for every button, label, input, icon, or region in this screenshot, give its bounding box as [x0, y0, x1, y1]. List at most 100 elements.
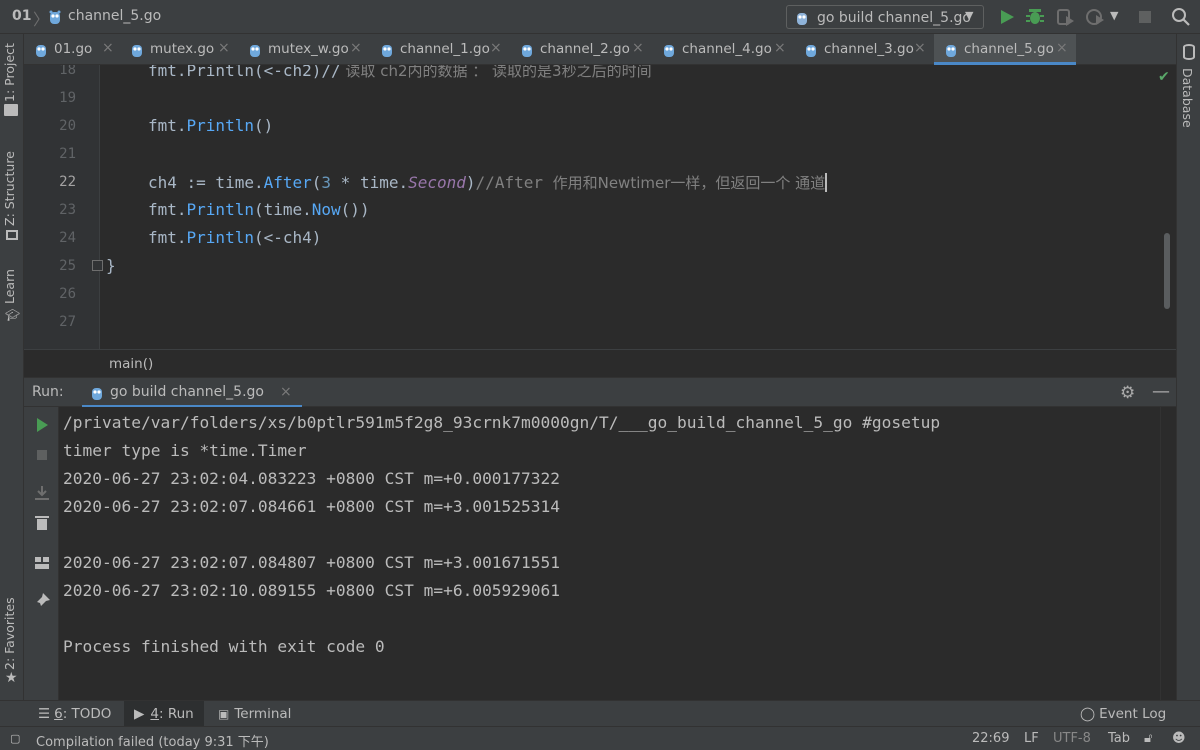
terminal-label: Terminal	[234, 706, 292, 722]
close-icon[interactable]: ×	[774, 40, 786, 56]
breadcrumb-function[interactable]: main()	[109, 356, 153, 372]
project-tool-button[interactable]: 1: Project	[2, 42, 22, 102]
editor-scrollbar[interactable]	[1164, 233, 1170, 309]
run-console-output[interactable]: /private/var/folders/xs/b0ptlr591m5f2g8_…	[59, 407, 1160, 700]
database-tool-button[interactable]: Database	[1180, 68, 1195, 128]
code-comment: 作用和Newtimer一样，但返回一个 通道	[552, 174, 826, 192]
go-file-icon	[795, 10, 809, 30]
tab-channel-4-go[interactable]: channel_4.go ×	[652, 34, 794, 65]
breadcrumb-file[interactable]: channel_5.go	[68, 8, 161, 24]
coverage-icon	[1057, 9, 1074, 26]
tab-mutex-w-go[interactable]: mutex_w.go ×	[238, 34, 370, 65]
go-file-icon	[804, 42, 818, 62]
pin-icon	[35, 593, 50, 608]
line-number: 27	[59, 314, 76, 330]
tab-01-go[interactable]: 01.go ×	[24, 34, 120, 65]
close-icon[interactable]: ×	[632, 40, 644, 56]
tab-label: channel_4.go	[682, 41, 772, 57]
tab-channel-2-go[interactable]: channel_2.go ×	[510, 34, 652, 65]
breadcrumb-project[interactable]: 01	[12, 8, 31, 24]
line-number: 23	[59, 202, 76, 218]
close-icon[interactable]: ×	[914, 40, 926, 56]
run-tab[interactable]: go build channel_5.go ×	[82, 378, 302, 408]
learn-tool-button[interactable]: Learn	[2, 264, 22, 304]
fold-marker-icon[interactable]	[92, 260, 103, 271]
layout-button[interactable]	[32, 553, 52, 573]
go-file-icon	[90, 385, 104, 405]
line-number: 18	[59, 65, 76, 78]
close-icon[interactable]: ×	[350, 40, 362, 56]
text-caret	[825, 173, 828, 192]
go-file-icon	[34, 42, 48, 62]
inspection-ok-icon[interactable]: ✔	[1158, 69, 1170, 85]
close-icon[interactable]: ×	[102, 40, 114, 56]
go-file-icon	[944, 42, 958, 62]
clear-all-button[interactable]	[32, 513, 52, 533]
run-with-coverage-button[interactable]	[1054, 6, 1076, 28]
pin-tab-button[interactable]	[32, 591, 52, 611]
breadcrumb-separator-icon: 〉	[33, 10, 50, 29]
favorites-tool-button[interactable]: 2: Favorites	[2, 594, 22, 670]
notifications-icon[interactable]: ☻	[1172, 731, 1186, 746]
code-function: Println	[186, 200, 254, 219]
profiler-icon	[1086, 9, 1104, 25]
tab-channel-1-go[interactable]: channel_1.go ×	[370, 34, 510, 65]
run-configuration-label: go build channel_5.go	[817, 10, 971, 26]
code-token: )	[465, 173, 476, 192]
run-tool-tab[interactable]: ▶ 4: Run	[134, 706, 194, 722]
event-log-icon: ◯	[1080, 706, 1096, 722]
stop-button[interactable]	[32, 445, 52, 465]
soft-wrap-button[interactable]	[32, 483, 52, 503]
code-token: fmt.	[148, 116, 187, 135]
code-function: Now	[311, 200, 341, 219]
close-icon[interactable]: ×	[218, 40, 230, 56]
console-line: 2020-06-27 23:02:10.089155 +0800 CST m=+…	[63, 581, 561, 600]
tab-channel-5-go[interactable]: channel_5.go ×	[934, 34, 1076, 65]
search-everywhere-button[interactable]	[1170, 6, 1192, 28]
code-line-24: fmt.Println(<-ch4)	[148, 228, 321, 247]
caret-position[interactable]: 22:69	[972, 731, 1009, 746]
graduation-cap-icon: 🎓︎	[5, 308, 21, 322]
stop-button[interactable]	[1134, 6, 1156, 28]
right-tool-strip: Database	[1176, 34, 1200, 700]
close-icon[interactable]: ×	[490, 40, 502, 56]
run-configuration-select[interactable]: go build channel_5.go ▼	[786, 5, 984, 29]
run-button[interactable]	[996, 6, 1018, 28]
more-run-options-chevron-icon[interactable]: ▼	[1110, 9, 1132, 31]
tab-label: channel_5.go	[964, 41, 1054, 57]
line-number: 26	[59, 286, 76, 302]
close-icon[interactable]: ×	[280, 384, 292, 400]
profile-button[interactable]	[1084, 6, 1106, 28]
editor-breadcrumb: main()	[24, 349, 1176, 377]
close-icon[interactable]: ×	[1056, 40, 1068, 56]
rerun-button[interactable]	[32, 415, 52, 435]
structure-tool-button[interactable]: Z: Structure	[2, 146, 22, 226]
tab-label: mutex_w.go	[268, 41, 349, 57]
event-log-tool-tab[interactable]: ◯ Event Log	[1080, 706, 1166, 722]
lock-icon[interactable]: 🔓︎	[1144, 731, 1152, 746]
status-bar: ▢ Compilation failed (today 9:31 下午) 22:…	[0, 726, 1200, 750]
code-token: (<-ch4)	[253, 228, 322, 247]
terminal-tool-tab[interactable]: ▣ Terminal	[218, 706, 291, 722]
code-editor[interactable]: 18 19 20 21 22 23 24 25 26 27 fmt.Printl…	[24, 65, 1176, 349]
indent-setting[interactable]: Tab	[1108, 731, 1130, 746]
status-square-icon[interactable]: ▢	[10, 732, 20, 745]
line-number: 21	[59, 146, 76, 162]
status-message[interactable]: Compilation failed (today 9:31 下午)	[36, 731, 269, 750]
debug-button[interactable]	[1024, 6, 1046, 28]
console-scrollbar-track[interactable]	[1160, 407, 1176, 700]
tab-channel-3-go[interactable]: channel_3.go ×	[794, 34, 934, 65]
console-line: timer type is *time.Timer	[63, 441, 307, 460]
line-separator[interactable]: LF	[1024, 731, 1039, 746]
code-line-20: fmt.Println()	[148, 116, 273, 135]
code-token: fmt.	[148, 200, 187, 219]
line-number: 19	[59, 90, 76, 106]
file-encoding[interactable]: UTF-8	[1053, 731, 1091, 746]
code-token: * time.	[331, 173, 409, 192]
console-line: /private/var/folders/xs/b0ptlr591m5f2g8_…	[63, 413, 941, 432]
code-token: fmt.Println(<-ch2)//	[148, 65, 341, 80]
minimize-icon[interactable]: —	[1152, 381, 1170, 402]
todo-tool-tab[interactable]: ☰ 6: TODO	[38, 706, 111, 722]
gear-icon[interactable]: ⚙	[1120, 383, 1135, 403]
tab-mutex-go[interactable]: mutex.go ×	[120, 34, 238, 65]
